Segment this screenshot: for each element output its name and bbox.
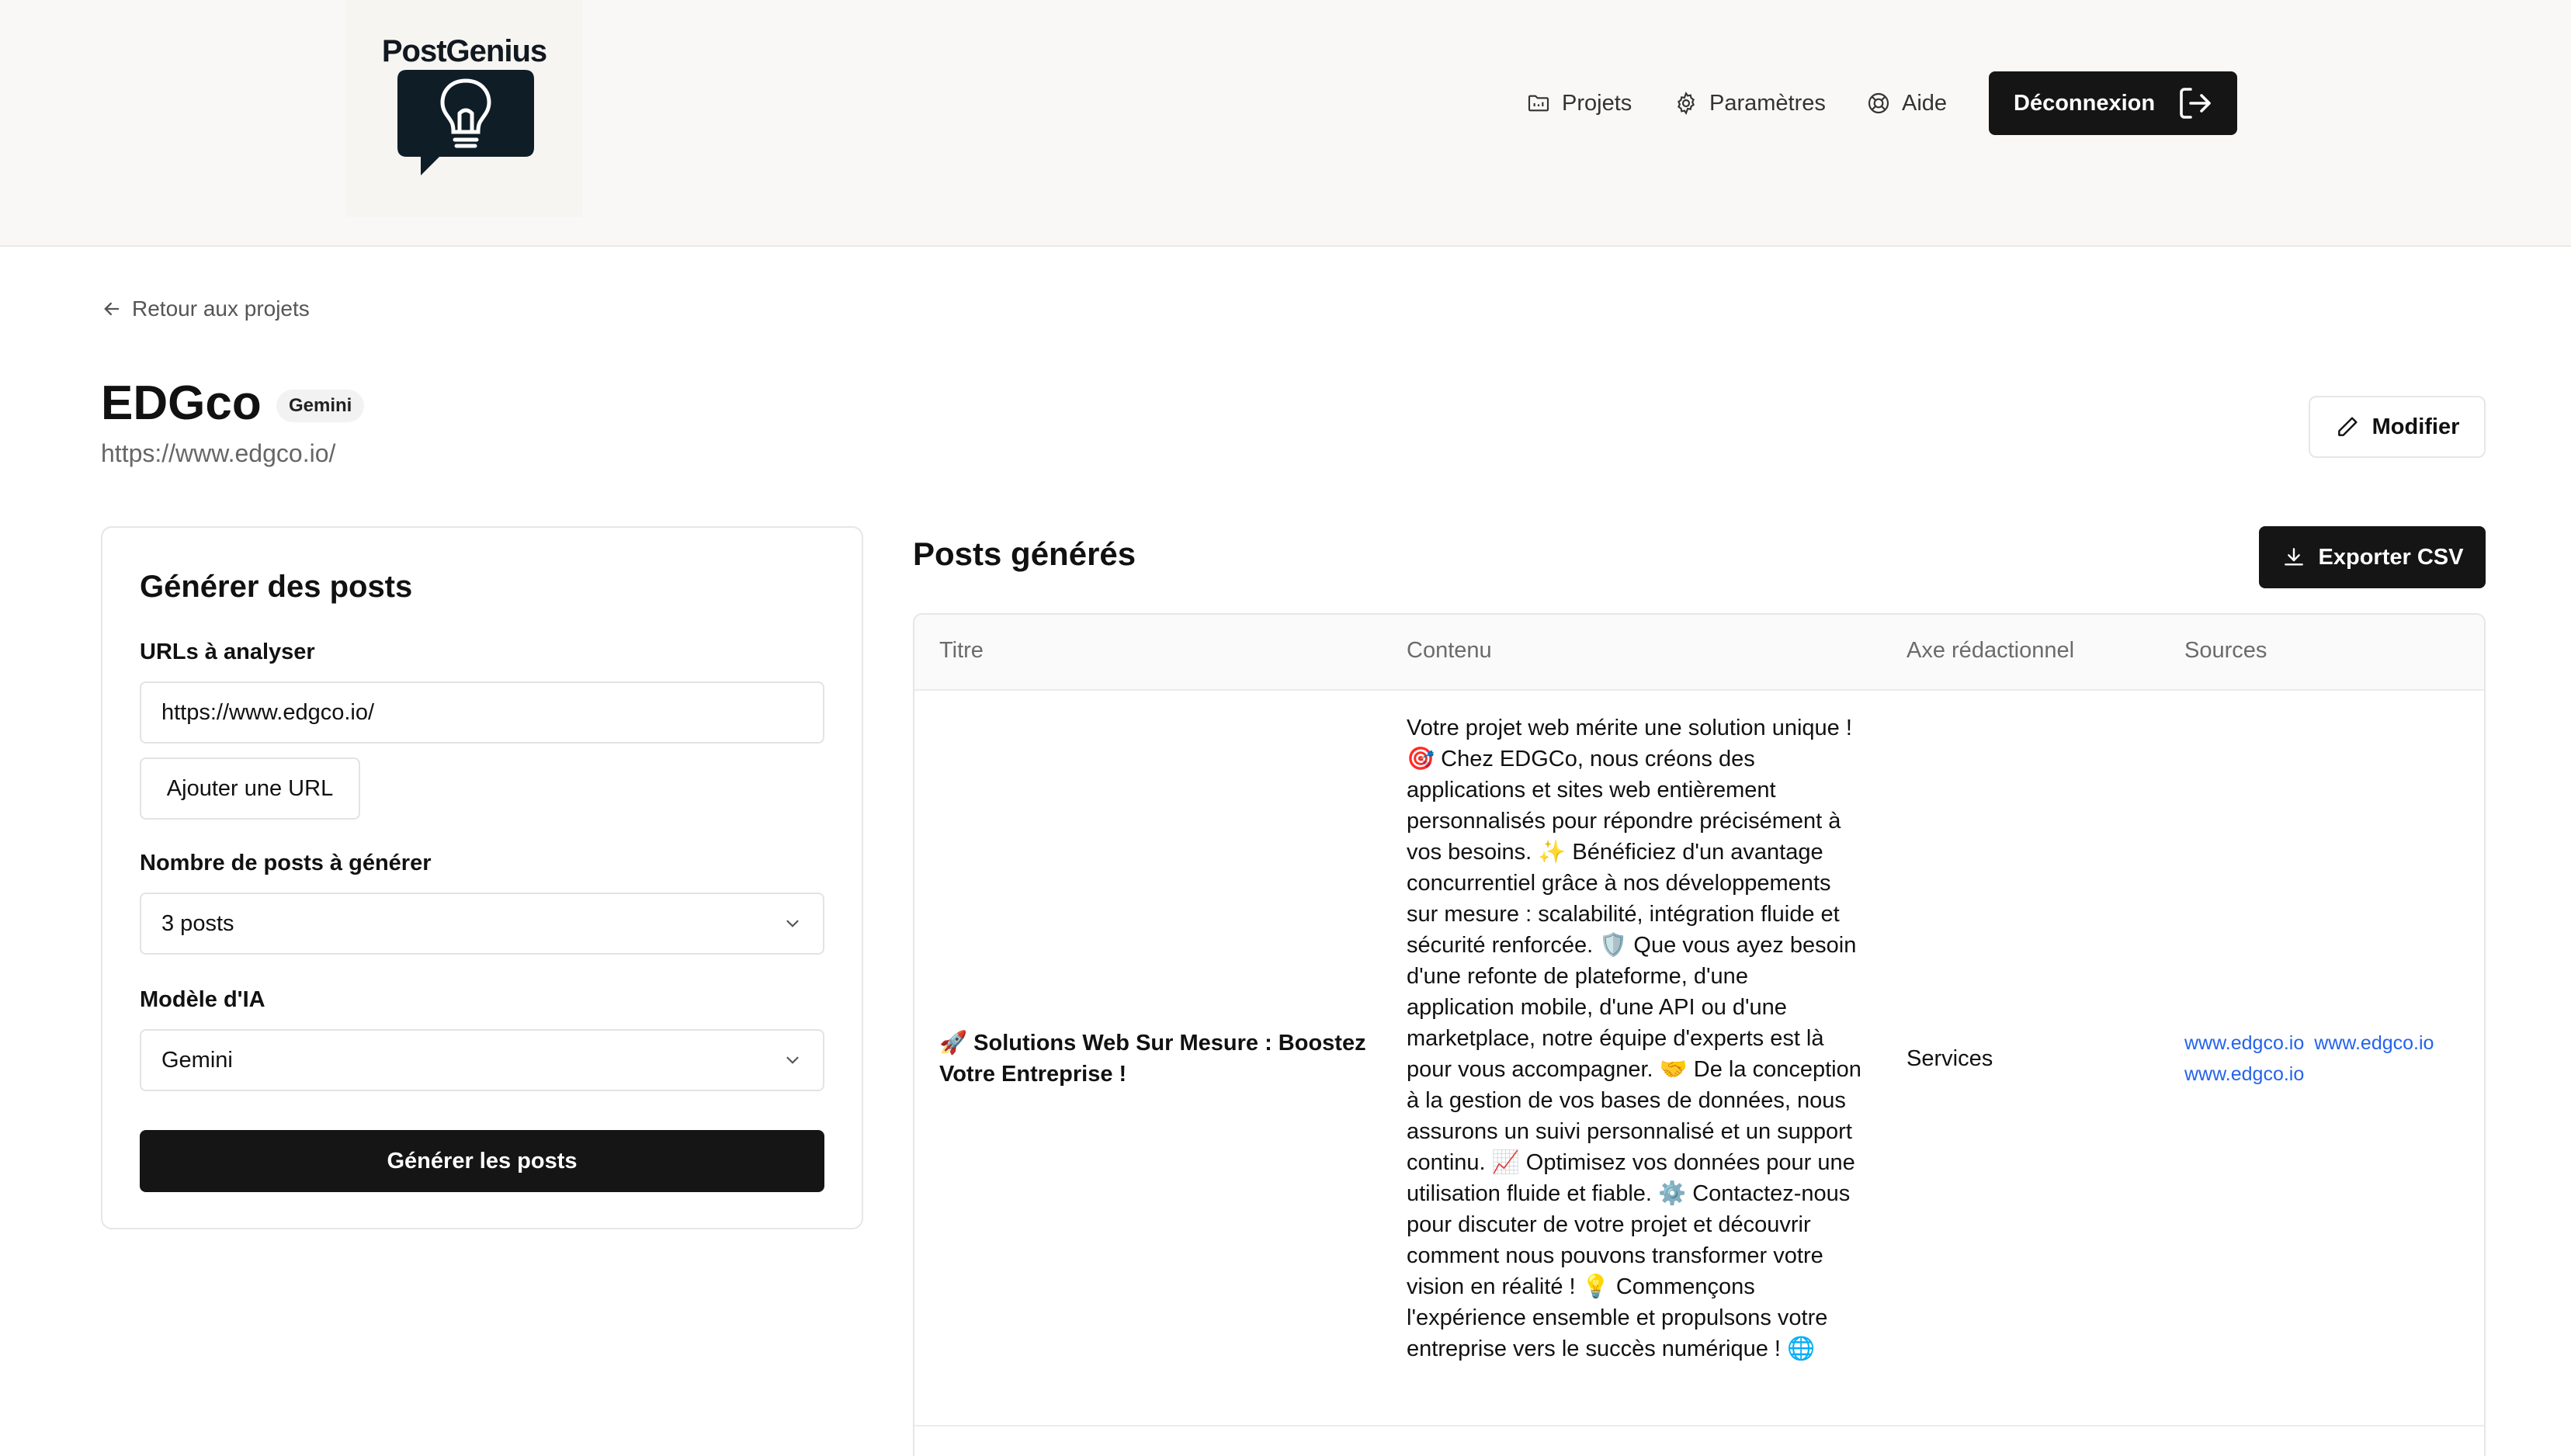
chevron-down-icon bbox=[786, 920, 799, 927]
url-input-wrapper bbox=[140, 681, 824, 744]
nav-settings[interactable]: Paramètres bbox=[1674, 71, 1826, 135]
column-header-axis: Axe rédactionnel bbox=[1907, 638, 2075, 663]
logout-button[interactable]: Déconnexion bbox=[1989, 71, 2237, 135]
logout-label: Déconnexion bbox=[2014, 90, 2156, 116]
lifebuoy-icon bbox=[1868, 92, 1889, 114]
post-count-value: 3 posts bbox=[161, 910, 234, 936]
brand-logo[interactable]: PostGenius bbox=[346, 0, 582, 217]
post-content: Votre projet web mérite une solution uni… bbox=[1407, 716, 1861, 1361]
nav-settings-label: Paramètres bbox=[1709, 90, 1826, 116]
source-link[interactable]: www.edgco.io bbox=[2314, 1032, 2434, 1054]
folder-icon bbox=[1528, 95, 1549, 112]
posts-section-title: Posts générés bbox=[913, 536, 1136, 572]
ai-model-value: Gemini bbox=[161, 1047, 233, 1073]
nav-help-label: Aide bbox=[1902, 90, 1948, 116]
gear-icon bbox=[1678, 92, 1695, 115]
table-header: Titre Contenu Axe rédactionnel Sources bbox=[914, 615, 2484, 691]
pencil-icon bbox=[2337, 417, 2358, 436]
source-link[interactable]: www.edgco.io bbox=[2184, 1063, 2304, 1085]
source-link[interactable]: www.edgco.io bbox=[2184, 1032, 2304, 1054]
table-row[interactable]: 🚀 Solutions Web Sur Mesure : Boostez Vot… bbox=[914, 691, 2484, 1427]
arrow-left-icon bbox=[104, 302, 120, 316]
column-header-sources: Sources bbox=[2184, 638, 2267, 663]
generate-panel-title: Générer des posts bbox=[140, 570, 413, 604]
export-label: Exporter CSV bbox=[2318, 544, 2464, 570]
sources-list: www.edgco.io www.edgco.io www.edgco.io bbox=[2184, 1028, 2438, 1090]
column-header-content: Contenu bbox=[1407, 638, 1492, 663]
post-title-cell: 🚀 Solutions Web Sur Mesure : Boostez Vot… bbox=[939, 691, 1374, 1427]
ai-model-select[interactable]: Gemini bbox=[140, 1029, 824, 1091]
add-url-button[interactable]: Ajouter une URL bbox=[140, 757, 360, 820]
urls-label: URLs à analyser bbox=[140, 640, 315, 664]
edit-label: Modifier bbox=[2371, 414, 2460, 439]
nav-projects[interactable]: Projets bbox=[1526, 71, 1632, 135]
post-title: 🚀 Solutions Web Sur Mesure : Boostez Vot… bbox=[939, 1031, 1366, 1087]
back-to-projects-link[interactable]: Retour aux projets bbox=[101, 296, 310, 321]
project-url: https://www.edgco.io/ bbox=[101, 439, 336, 467]
logout-icon bbox=[2180, 88, 2211, 119]
back-label: Retour aux projets bbox=[132, 296, 310, 321]
edit-button[interactable]: Modifier bbox=[2309, 396, 2486, 458]
download-icon bbox=[2284, 548, 2303, 566]
brand-name: PostGenius bbox=[381, 34, 547, 68]
chevron-down-icon bbox=[786, 1056, 799, 1064]
generate-posts-button[interactable]: Générer les posts bbox=[140, 1130, 824, 1192]
top-header: PostGenius Projets Paramètres Aide Décon… bbox=[0, 0, 2571, 247]
generate-posts-panel: Générer des posts URLs à analyser Ajoute… bbox=[101, 526, 863, 1229]
lightbulb-icon bbox=[397, 70, 534, 175]
nav-help[interactable]: Aide bbox=[1866, 71, 1947, 135]
post-sources-cell: www.edgco.io www.edgco.io www.edgco.io bbox=[2184, 691, 2472, 1427]
url-input[interactable] bbox=[161, 699, 803, 726]
export-csv-button[interactable]: Exporter CSV bbox=[2259, 526, 2486, 588]
model-badge: Gemini bbox=[276, 390, 365, 422]
posts-table: Titre Contenu Axe rédactionnel Sources 🚀… bbox=[913, 613, 2486, 1456]
ai-model-label: Modèle d'IA bbox=[140, 987, 265, 1012]
post-count-select[interactable]: 3 posts bbox=[140, 893, 824, 955]
post-axis-cell: Services bbox=[1907, 691, 1993, 1427]
post-count-label: Nombre de posts à générer bbox=[140, 851, 432, 875]
page-title: EDGco bbox=[101, 376, 262, 430]
post-axis: Services bbox=[1907, 1045, 1993, 1071]
nav-projects-label: Projets bbox=[1562, 90, 1632, 116]
column-header-title: Titre bbox=[939, 638, 984, 663]
